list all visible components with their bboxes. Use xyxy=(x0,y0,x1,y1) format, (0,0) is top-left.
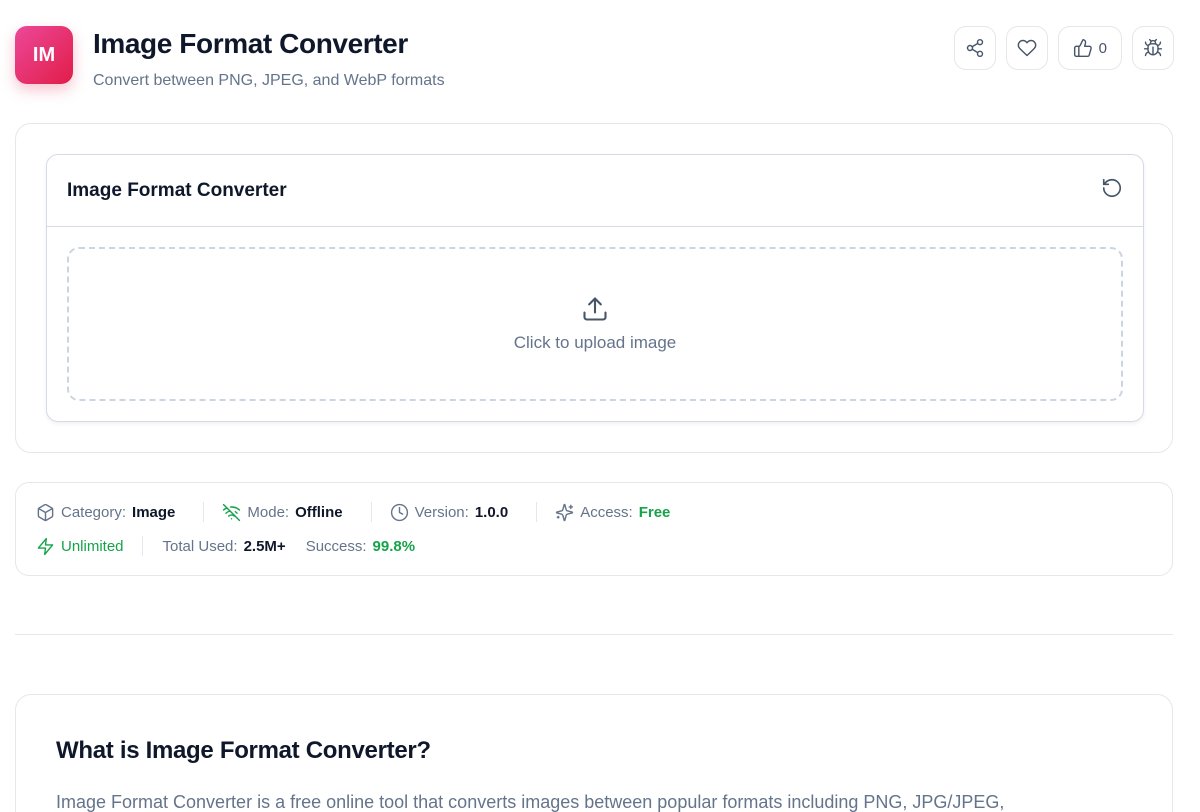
header-actions: 0 xyxy=(953,26,1174,70)
success-info: Success: 99.8% xyxy=(306,535,415,557)
share-icon xyxy=(966,38,983,58)
mode-label: Mode: xyxy=(247,503,290,521)
version-value: 1.0.0 xyxy=(474,503,509,521)
reset-icon xyxy=(1102,178,1122,198)
about-title: What is Image Format Converter? xyxy=(56,737,431,764)
like-count: 0 xyxy=(1098,39,1107,57)
page-title: Image Format Converter xyxy=(93,28,408,59)
upload-dropzone[interactable]: Click to upload image xyxy=(67,247,1123,401)
thumbs-up-icon xyxy=(1073,38,1092,58)
tool-header: IM Image Format Converter Convert betwee… xyxy=(15,26,1174,96)
unlimited-label: Unlimited xyxy=(61,537,124,555)
report-bug-button[interactable] xyxy=(1132,26,1174,70)
package-icon xyxy=(37,503,54,521)
separator xyxy=(536,502,538,522)
access-label: Access: xyxy=(580,503,633,521)
page-subtitle: Convert between PNG, JPEG, and WebP form… xyxy=(93,72,445,89)
separator xyxy=(370,502,372,522)
upload-prompt: Click to upload image xyxy=(513,333,677,352)
total-used-info: Total Used: 2.5M+ xyxy=(163,535,286,557)
tool-container: Image Format Converter Click to upload i… xyxy=(15,123,1173,453)
converter-panel: Image Format Converter Click to upload i… xyxy=(46,154,1144,422)
version-label: Version: xyxy=(414,503,469,521)
version-info: Version: 1.0.0 xyxy=(390,501,509,523)
page: IM Image Format Converter Convert betwee… xyxy=(0,0,1200,812)
category-info: Category: Image xyxy=(36,501,175,523)
heart-icon xyxy=(1017,39,1036,57)
success-label: Success: xyxy=(305,537,367,555)
sparkles-icon xyxy=(555,503,574,521)
access-info: Access: Free xyxy=(555,501,670,523)
success-value: 99.8% xyxy=(372,537,416,555)
share-button[interactable] xyxy=(953,26,996,70)
category-value: Image xyxy=(132,503,176,521)
total-used-value: 2.5M+ xyxy=(243,537,286,555)
mode-value: Offline xyxy=(295,503,343,521)
upload-icon xyxy=(583,297,607,321)
about-section: What is Image Format Converter? Image Fo… xyxy=(15,694,1173,812)
reset-button[interactable] xyxy=(1101,177,1123,204)
category-label: Category: xyxy=(61,503,127,521)
unlimited-info: Unlimited xyxy=(36,535,124,557)
access-value: Free xyxy=(638,503,671,521)
tool-info-bar: Category: Image Mode: Offline Version: 1… xyxy=(15,482,1173,576)
wifi-off-icon xyxy=(223,503,241,521)
section-divider xyxy=(15,634,1173,635)
info-row-1: Category: Image Mode: Offline Version: 1… xyxy=(36,501,670,523)
app-icon: IM xyxy=(15,26,73,84)
total-used-label: Total Used: xyxy=(162,537,238,555)
bug-icon xyxy=(1143,38,1163,57)
info-row-2: Unlimited Total Used: 2.5M+ Success: 99.… xyxy=(36,535,415,557)
favorite-button[interactable] xyxy=(1005,26,1048,70)
converter-panel-header: Image Format Converter xyxy=(47,155,1143,227)
about-description: Image Format Converter is a free online … xyxy=(56,792,1005,812)
separator xyxy=(203,502,205,522)
separator xyxy=(141,536,143,556)
mode-info: Mode: Offline xyxy=(222,501,343,523)
like-button[interactable]: 0 xyxy=(1057,26,1122,70)
converter-panel-title: Image Format Converter xyxy=(67,179,287,201)
clock-icon xyxy=(390,503,408,521)
zap-icon xyxy=(37,537,54,555)
